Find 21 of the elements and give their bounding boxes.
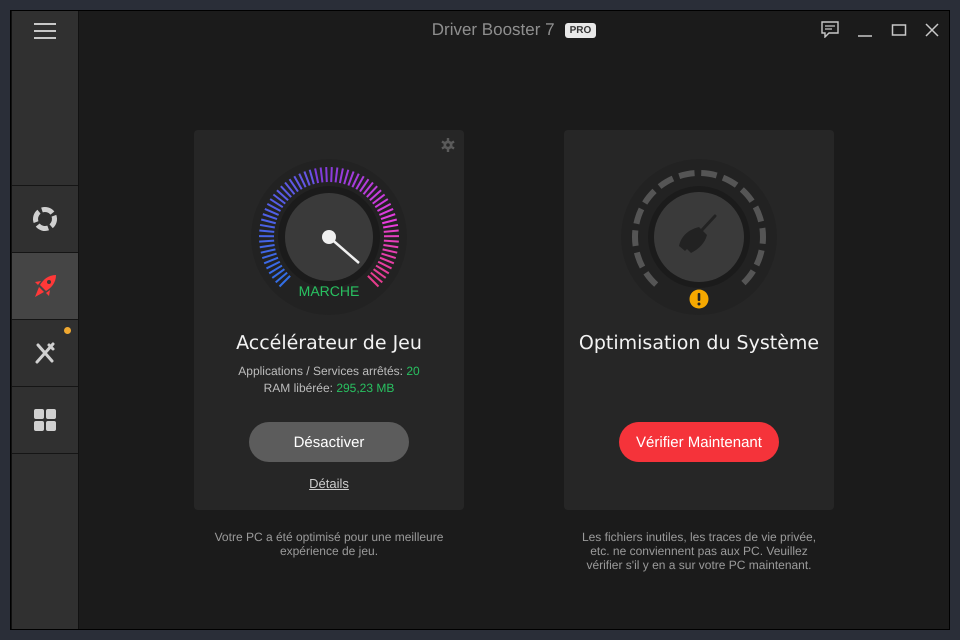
stat-value: 20	[406, 364, 420, 378]
window-title: Driver Booster 7	[432, 20, 555, 40]
card-caption: Les fichiers inutiles, les traces de vie privée, etc. ne conviennent pas aux PC. Veuillez vérifier s'il y en a sur votre PC maintenant.	[580, 530, 818, 572]
stat-value: 295,23 MB	[336, 381, 394, 395]
card-title: Optimisation du Système	[578, 332, 820, 354]
status-label: MARCHE	[298, 283, 360, 299]
card-caption: Votre PC a été optimisé pour une meilleure expérience de jeu.	[214, 530, 444, 558]
maximize-icon[interactable]	[891, 22, 907, 38]
feedback-icon[interactable]	[821, 21, 839, 38]
stat-label: Applications / Services arrêtés:	[238, 364, 404, 378]
check-now-button[interactable]: Vérifier Maintenant	[619, 422, 779, 462]
details-link[interactable]: Détails	[309, 476, 349, 491]
close-icon[interactable]	[925, 22, 939, 36]
pro-badge: PRO	[564, 22, 596, 38]
lifebuoy-icon	[32, 206, 58, 232]
stat-label: RAM libérée:	[264, 381, 333, 395]
menu-icon[interactable]	[34, 23, 56, 39]
apps-icon	[33, 408, 57, 432]
deactivate-button[interactable]: Désactiver	[249, 422, 409, 462]
rocket-icon	[32, 273, 58, 299]
card-title: Accélérateur de Jeu	[236, 332, 422, 354]
